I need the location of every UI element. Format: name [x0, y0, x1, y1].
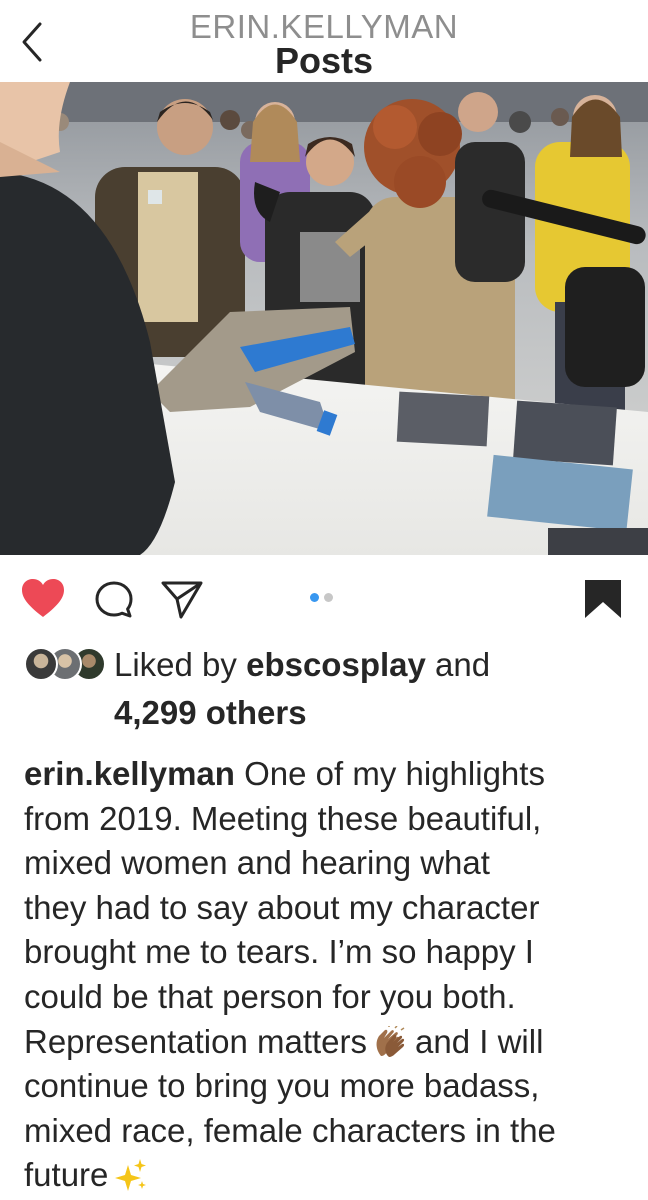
page-title: Posts [274, 40, 374, 81]
avatar [24, 647, 58, 681]
likes-count-link[interactable]: 4,299 others [114, 690, 307, 735]
paper-plane-icon [161, 581, 203, 619]
likes-prefix: Liked by [114, 646, 237, 683]
caption-line: future [24, 1153, 624, 1198]
clapping-hands-icon [376, 1025, 405, 1057]
caption-line: continue to bring you more badass, [24, 1067, 540, 1105]
likes-connector: and [435, 646, 491, 683]
caption-line: Representation matters and I will [24, 1020, 624, 1065]
likes-text: Liked by ebscosplay and [114, 642, 490, 687]
heart-icon [22, 579, 64, 617]
convention-photo [0, 82, 648, 555]
caption-line: from 2019. Meeting these beautiful, [24, 799, 542, 837]
comment-icon [95, 581, 133, 618]
post-photo[interactable] [0, 82, 648, 555]
caption-text: future [24, 1156, 109, 1194]
action-bar [0, 555, 648, 641]
post-caption: erin.kellyman One of my highlights from … [24, 752, 624, 1198]
bookmark-icon [585, 580, 621, 618]
caption-line: mixed race, female characters in the [24, 1111, 556, 1149]
liker-avatars[interactable] [24, 647, 106, 681]
caption-line: brought me to tears. I’m so happy I [24, 933, 534, 971]
caption-text: and I will [415, 1022, 544, 1060]
carousel-indicator [310, 593, 333, 602]
caption-line: they had to say about my character [24, 888, 540, 926]
comment-button[interactable] [93, 579, 135, 621]
carousel-dot-active [310, 593, 319, 602]
caption-line: erin.kellyman One of my highlights [24, 752, 624, 797]
liker-username[interactable]: ebscosplay [246, 646, 426, 683]
caption-line: could be that person for you both. [24, 977, 516, 1015]
caption-username[interactable]: erin.kellyman [24, 755, 235, 792]
like-button[interactable] [20, 577, 66, 619]
carousel-dot [324, 593, 333, 602]
sparkles-icon [115, 1159, 147, 1192]
caption-text: One of my highlights [244, 755, 545, 792]
caption-line: mixed women and hearing what [24, 844, 490, 882]
header: ERIN.KELLYMAN Posts [0, 0, 648, 82]
caption-text: Representation matters [24, 1022, 368, 1060]
save-button[interactable] [583, 578, 623, 620]
share-button[interactable] [160, 579, 204, 621]
